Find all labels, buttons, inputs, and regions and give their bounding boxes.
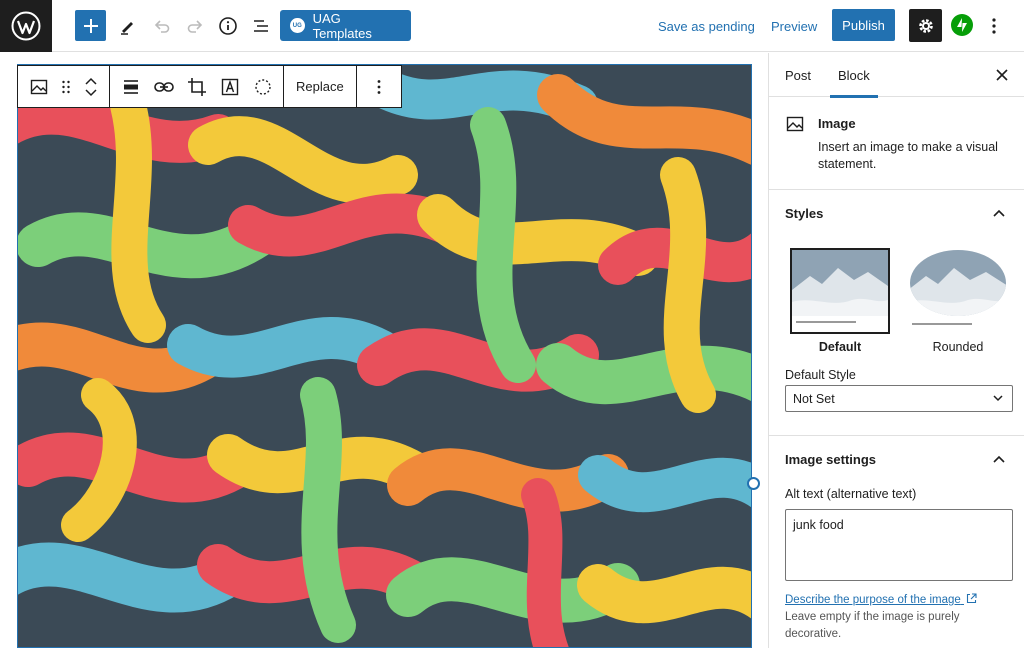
tools-button[interactable] bbox=[114, 10, 142, 42]
block-card: Image Insert an image to make a visual s… bbox=[769, 98, 1024, 190]
crop-icon bbox=[187, 77, 206, 96]
alt-text-input[interactable]: junk food bbox=[785, 509, 1013, 581]
block-type-button[interactable] bbox=[22, 66, 55, 107]
panel-divider bbox=[769, 435, 1024, 436]
pencil-icon bbox=[121, 22, 133, 35]
describe-purpose-link[interactable]: Describe the purpose of the image bbox=[785, 593, 977, 606]
block-card-title: Image bbox=[818, 116, 856, 131]
chevron-up-icon[interactable] bbox=[991, 205, 1007, 221]
alt-text-help: Leave empty if the image is purely decor… bbox=[785, 611, 960, 640]
block-toolbar-group-more bbox=[357, 66, 401, 107]
add-block-button[interactable] bbox=[75, 10, 106, 41]
more-vertical-icon bbox=[992, 18, 996, 34]
jetpack-icon bbox=[957, 18, 967, 32]
drag-handle-icon bbox=[62, 80, 70, 93]
style-option-default[interactable] bbox=[790, 248, 890, 334]
save-as-pending-button[interactable]: Save as pending bbox=[658, 10, 755, 42]
tab-post[interactable]: Post bbox=[785, 53, 811, 97]
style-option-rounded[interactable] bbox=[908, 250, 1008, 332]
chevron-down-icon[interactable] bbox=[85, 88, 97, 97]
details-button[interactable] bbox=[214, 10, 242, 42]
plus-icon bbox=[83, 18, 98, 33]
close-sidebar-button[interactable] bbox=[993, 66, 1011, 84]
uag-templates-button[interactable]: UG UAG Templates bbox=[280, 10, 411, 41]
block-card-description: Insert an image to make a visual stateme… bbox=[818, 140, 998, 171]
styles-panel-title[interactable]: Styles bbox=[785, 206, 823, 221]
link-button[interactable] bbox=[147, 66, 180, 107]
crop-button[interactable] bbox=[180, 66, 213, 107]
chevron-up-icon[interactable] bbox=[85, 77, 97, 85]
uag-templates-label: UAG Templates bbox=[312, 10, 372, 41]
publish-button[interactable]: Publish bbox=[832, 9, 895, 41]
wordpress-logo-button[interactable] bbox=[0, 0, 52, 52]
settings-button[interactable] bbox=[909, 9, 942, 42]
block-toolbar-group-tools bbox=[110, 66, 284, 107]
wordpress-icon bbox=[11, 11, 41, 41]
block-toolbar: Replace bbox=[17, 65, 402, 108]
more-vertical-icon bbox=[377, 79, 381, 94]
info-icon bbox=[219, 17, 237, 35]
gear-icon bbox=[918, 18, 933, 33]
image-icon bbox=[30, 79, 47, 94]
replace-button[interactable]: Replace bbox=[288, 66, 352, 107]
sidebar-tabs: Post Block bbox=[769, 53, 1024, 98]
duotone-button[interactable] bbox=[246, 66, 279, 107]
undo-button[interactable] bbox=[148, 10, 176, 42]
editor-canvas bbox=[0, 53, 768, 648]
drag-handle[interactable] bbox=[55, 66, 77, 107]
style-option-rounded-label[interactable]: Rounded bbox=[908, 340, 1008, 354]
redo-button[interactable] bbox=[181, 10, 209, 42]
text-overlay-button[interactable] bbox=[213, 66, 246, 107]
chevron-up-icon[interactable] bbox=[991, 451, 1007, 467]
resize-handle[interactable] bbox=[747, 477, 760, 490]
mountain-thumbnail bbox=[908, 250, 1008, 332]
alt-text-label: Alt text (alternative text) bbox=[785, 487, 917, 501]
mountain-thumbnail bbox=[792, 250, 888, 332]
jetpack-button[interactable] bbox=[951, 14, 973, 36]
default-style-label: Default Style bbox=[785, 368, 856, 382]
list-view-icon bbox=[254, 20, 268, 32]
editor-header: UG UAG Templates Save as pending Preview… bbox=[0, 0, 1024, 52]
uag-logo-icon: UG bbox=[290, 18, 305, 33]
redo-icon bbox=[187, 20, 203, 33]
align-icon bbox=[123, 79, 138, 94]
text-overlay-icon bbox=[221, 78, 238, 95]
undo-icon bbox=[154, 20, 170, 33]
circle-dashed-icon bbox=[254, 78, 271, 95]
block-options-button[interactable] bbox=[361, 66, 397, 107]
external-link-icon bbox=[966, 593, 977, 604]
image-block[interactable] bbox=[17, 64, 752, 648]
image-settings-panel-title[interactable]: Image settings bbox=[785, 452, 876, 467]
block-toolbar-group-replace: Replace bbox=[284, 66, 357, 107]
settings-sidebar: Post Block Image Insert an image to make… bbox=[768, 53, 1024, 648]
list-view-button[interactable] bbox=[247, 10, 275, 42]
default-style-value: Not Set bbox=[793, 391, 835, 406]
close-icon bbox=[996, 69, 1008, 81]
default-style-select[interactable]: Not Set bbox=[785, 385, 1013, 412]
preview-button[interactable]: Preview bbox=[771, 10, 817, 42]
style-option-default-label[interactable]: Default bbox=[790, 340, 890, 354]
describe-purpose-link-text[interactable]: Describe the purpose of the image bbox=[785, 594, 961, 606]
options-button[interactable] bbox=[984, 10, 1004, 42]
block-toolbar-group-transform bbox=[18, 66, 110, 107]
align-button[interactable] bbox=[114, 66, 147, 107]
image-icon bbox=[786, 116, 804, 132]
tab-block[interactable]: Block bbox=[830, 53, 878, 98]
move-buttons[interactable] bbox=[77, 66, 105, 107]
chevron-down-icon bbox=[993, 395, 1003, 402]
gummy-worms-image bbox=[18, 65, 751, 647]
link-icon bbox=[153, 81, 174, 92]
